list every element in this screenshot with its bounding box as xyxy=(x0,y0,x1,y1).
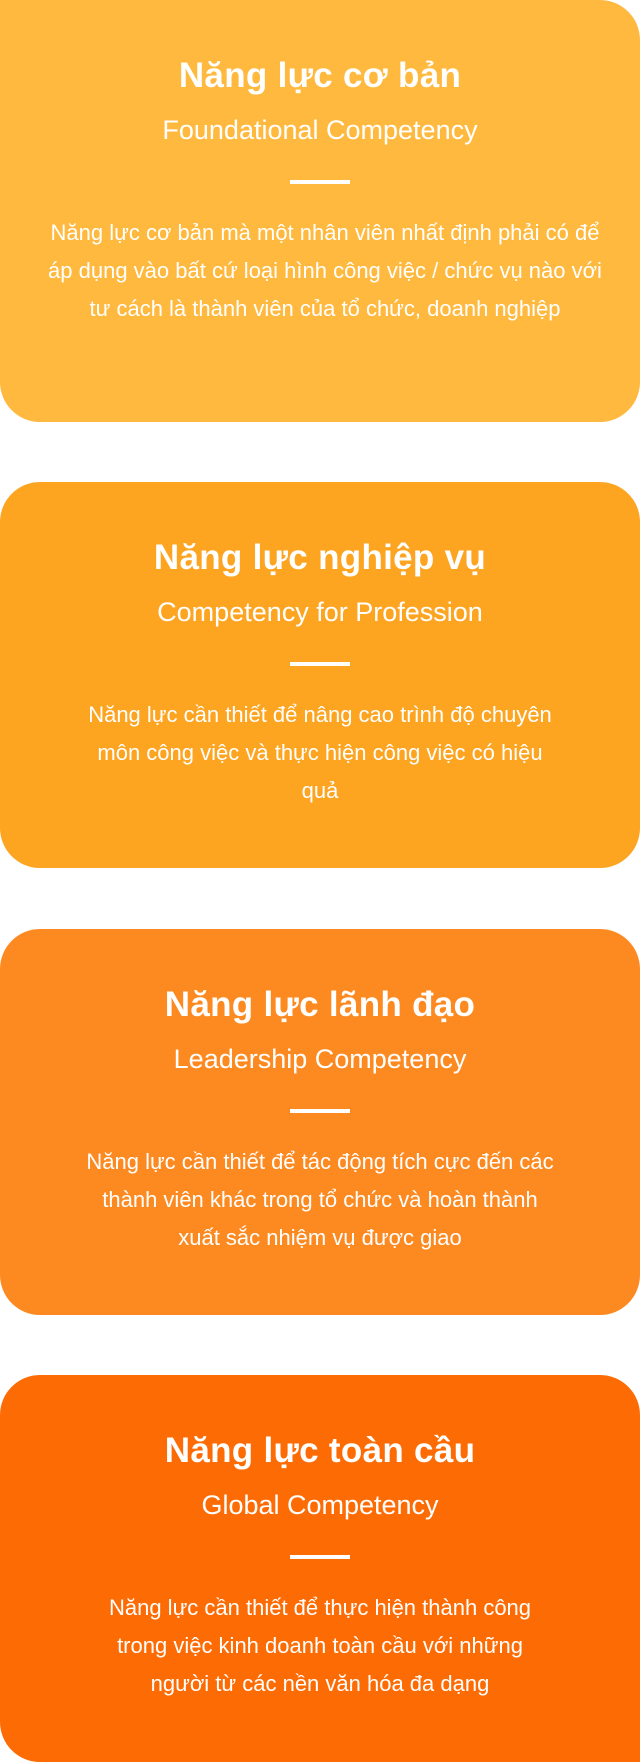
card-subtitle: Foundational Competency xyxy=(162,115,478,145)
competency-card-profession: Năng lực nghiệp vụ Competency for Profes… xyxy=(0,482,640,868)
competency-card-leadership: Năng lực lãnh đạo Leadership Competency … xyxy=(0,929,640,1315)
card-description: Năng lực cần thiết để tác động tích cực … xyxy=(86,1149,554,1250)
card-title: Năng lực toàn cầu xyxy=(164,1431,476,1470)
card-subtitle: Global Competency xyxy=(201,1490,439,1520)
card-title: Năng lực lãnh đạo xyxy=(164,985,476,1024)
card-description: Năng lực cần thiết để thực hiện thành cô… xyxy=(108,1595,532,1696)
card-title: Năng lực nghiệp vụ xyxy=(153,538,487,577)
card-divider xyxy=(290,180,350,184)
card-divider xyxy=(290,1555,350,1559)
card-description: Năng lực cơ bản mà một nhân viên nhất đị… xyxy=(48,220,602,321)
card-description: Năng lực cần thiết để nâng cao trình độ … xyxy=(88,702,552,803)
card-subtitle: Leadership Competency xyxy=(173,1044,467,1074)
card-title: Năng lực cơ bản xyxy=(178,56,462,95)
competency-card-foundational: Năng lực cơ bản Foundational Competency … xyxy=(0,0,640,422)
card-subtitle: Competency for Profession xyxy=(157,597,483,627)
competency-card-global: Năng lực toàn cầu Global Competency Năng… xyxy=(0,1375,640,1762)
card-divider xyxy=(290,1109,350,1113)
card-divider xyxy=(290,662,350,666)
